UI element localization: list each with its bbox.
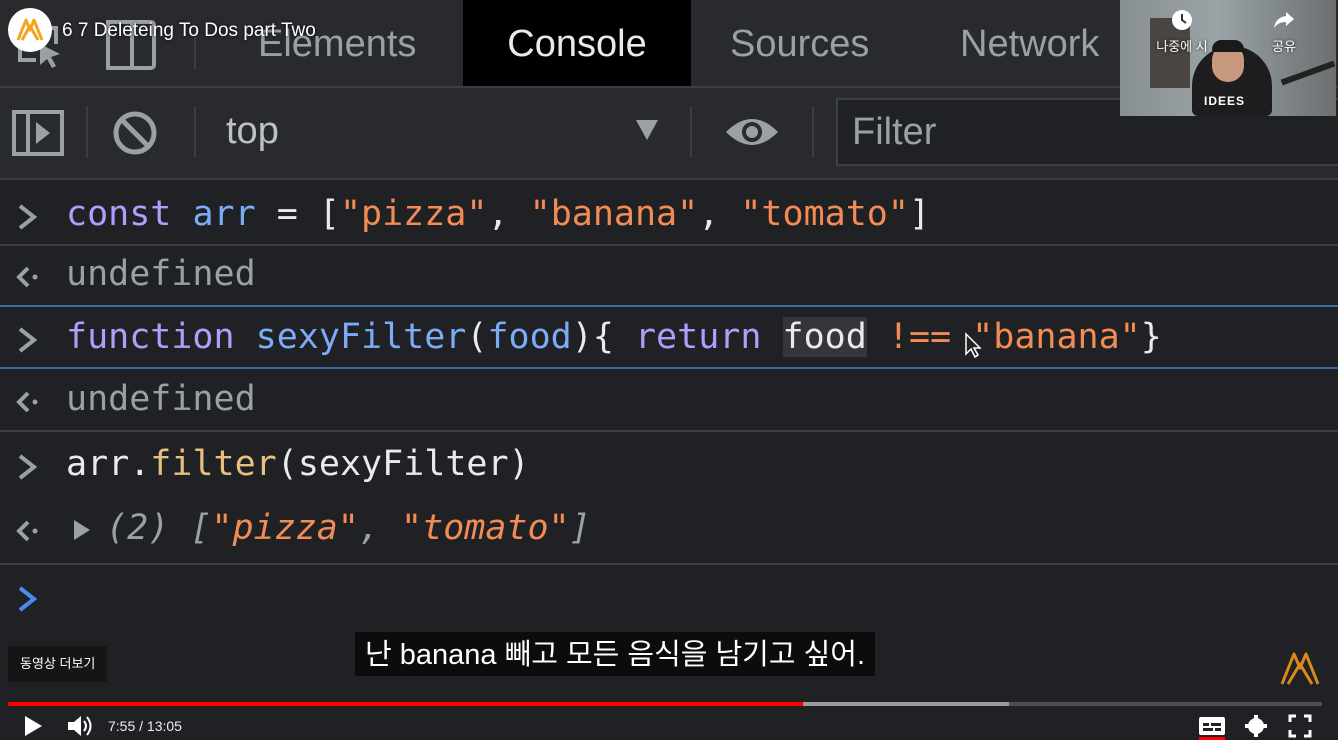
keyword: return xyxy=(634,317,762,357)
argument: sexyFilter xyxy=(297,444,509,484)
dot: . xyxy=(129,444,151,484)
string-literal: "pizza" xyxy=(211,508,359,548)
operator: = xyxy=(255,194,319,234)
result-arrow-icon xyxy=(16,391,38,413)
operator: !== xyxy=(887,317,952,357)
result-arrow-icon xyxy=(16,520,38,542)
code-text: arr.filter(sexyFilter) xyxy=(66,444,530,484)
function-name: sexyFilter xyxy=(255,317,467,357)
subtitles-icon[interactable] xyxy=(1198,712,1226,740)
time-separator: / xyxy=(135,718,147,734)
more-videos-button[interactable]: 동영상 더보기 xyxy=(8,646,108,682)
channel-watermark-icon[interactable] xyxy=(1280,650,1320,686)
tab-elements[interactable]: Elements xyxy=(258,0,416,86)
comma: , xyxy=(698,194,741,234)
active-prompt-icon xyxy=(18,586,38,612)
fullscreen-icon[interactable] xyxy=(1288,712,1312,740)
comma: , xyxy=(358,508,402,548)
row-divider xyxy=(0,563,1338,565)
input-prompt-icon xyxy=(18,454,38,480)
mouse-cursor-icon xyxy=(965,332,982,358)
channel-logo-icon xyxy=(16,18,44,41)
paren: ) xyxy=(508,444,530,484)
watch-later-button[interactable]: 나중에 시 xyxy=(1146,8,1218,55)
method-name: filter xyxy=(150,444,277,484)
time-current: 7:55 xyxy=(108,718,136,734)
show-console-sidebar-icon[interactable] xyxy=(12,110,64,156)
keyword: function xyxy=(66,317,235,357)
clock-icon xyxy=(1172,10,1192,30)
live-expression-eye-icon[interactable] xyxy=(724,112,780,152)
parameter: food xyxy=(487,317,572,357)
paren: ){ xyxy=(571,317,614,357)
bracket: [ xyxy=(318,194,340,234)
bracket: [ xyxy=(190,508,212,548)
share-button[interactable]: 공유 xyxy=(1248,8,1320,55)
share-icon xyxy=(1274,12,1294,28)
play-icon[interactable] xyxy=(22,712,44,740)
string-literal: "tomato" xyxy=(740,194,909,234)
input-prompt-icon xyxy=(18,327,38,353)
console-input-line[interactable]: arr.filter(sexyFilter) xyxy=(0,434,1338,496)
identifier: arr xyxy=(192,194,256,234)
bracket: ] xyxy=(569,508,591,548)
code-text: function sexyFilter(food){ return food !… xyxy=(66,317,1162,357)
result-value: undefined xyxy=(66,379,256,419)
time-display: 7:55 / 13:05 xyxy=(108,718,182,734)
dropdown-arrow-icon xyxy=(636,120,658,140)
progress-played xyxy=(8,702,803,706)
caption-text: 난 banana 빼고 모든 음식을 남기고 싶어. xyxy=(355,632,876,676)
tab-console[interactable]: Console xyxy=(463,0,691,86)
console-input-line-selected[interactable]: function sexyFilter(food){ return food !… xyxy=(0,305,1338,369)
comma: , xyxy=(487,194,530,234)
progress-bar[interactable] xyxy=(8,702,1322,706)
watch-later-label: 나중에 시 xyxy=(1156,39,1208,54)
console-input-line[interactable]: const arr = ["pizza", "banana", "tomato"… xyxy=(0,186,1338,244)
toolbar-separator xyxy=(690,106,692,158)
string-literal: "banana" xyxy=(972,317,1141,357)
console-result-line[interactable]: (2) ["pizza", "tomato"] xyxy=(0,498,1338,562)
result-value: undefined xyxy=(66,254,256,294)
row-divider xyxy=(0,430,1338,432)
toolbar-separator xyxy=(812,106,814,158)
array-preview: (2) ["pizza", "tomato"] xyxy=(106,508,591,548)
string-literal: "tomato" xyxy=(401,508,570,548)
string-literal: "pizza" xyxy=(339,194,488,234)
input-prompt-icon xyxy=(18,204,38,230)
video-title[interactable]: 6 7 Deleteing To Dos part Two xyxy=(62,20,316,42)
console-result-line: undefined xyxy=(0,371,1338,429)
console-result-line: undefined xyxy=(0,246,1338,304)
expand-triangle-icon[interactable] xyxy=(72,518,92,542)
result-arrow-icon xyxy=(16,266,38,288)
channel-avatar[interactable] xyxy=(8,8,52,52)
bracket: ] xyxy=(908,194,931,234)
identifier: arr xyxy=(66,444,130,484)
tab-network[interactable]: Network xyxy=(960,0,1099,86)
tab-sources[interactable]: Sources xyxy=(730,0,869,86)
volume-icon[interactable] xyxy=(66,712,94,740)
paren: ( xyxy=(466,317,488,357)
array-count: (2) xyxy=(106,508,170,548)
paren: ( xyxy=(276,444,298,484)
brace: } xyxy=(1140,317,1162,357)
identifier-highlighted: food xyxy=(782,317,867,357)
shirt-text: IDEES xyxy=(1204,94,1246,108)
toolbar-separator xyxy=(194,106,196,158)
string-literal: "banana" xyxy=(529,194,699,234)
clear-console-icon[interactable] xyxy=(112,110,158,156)
keyword: const xyxy=(66,194,172,234)
settings-gear-icon[interactable] xyxy=(1244,712,1268,740)
javascript-context-select[interactable]: top xyxy=(226,110,279,153)
code-text: const arr = ["pizza", "banana", "tomato"… xyxy=(66,194,930,234)
toolbar-separator xyxy=(86,106,88,158)
console-prompt-line[interactable] xyxy=(0,566,1338,632)
share-label: 공유 xyxy=(1272,39,1296,54)
time-total: 13:05 xyxy=(146,718,182,734)
